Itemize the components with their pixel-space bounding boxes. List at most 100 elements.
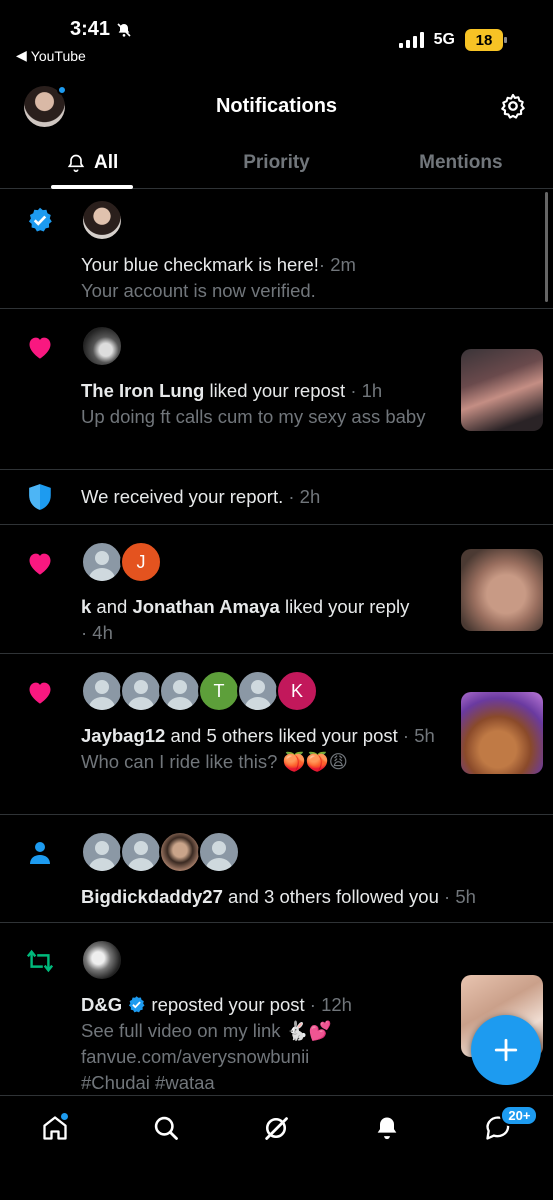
tab-mentions-label: Mentions: [419, 152, 503, 173]
notification-text: D&G reposted your post · 12h See full vi…: [81, 992, 448, 1095]
avatar[interactable]: J: [120, 541, 162, 583]
nav-search[interactable]: [111, 1096, 222, 1200]
notification-text: k and Jonathan Amaya liked your reply · …: [81, 594, 448, 646]
notification-tabs: All Priority Mentions: [0, 138, 553, 189]
avatar[interactable]: [81, 199, 123, 241]
avatar[interactable]: [237, 670, 279, 712]
heart-icon: [26, 333, 54, 361]
plus-icon: [494, 1038, 518, 1062]
avatar-initial: T: [213, 680, 225, 701]
notification-text: Your blue checkmark is here!· 2m Your ac…: [81, 252, 533, 304]
status-bar: 3:41 ◀ YouTube 5G 18: [0, 0, 553, 74]
bell-slash-icon: [117, 22, 131, 37]
avatar-group[interactable]: [81, 831, 240, 873]
settings-gear-icon[interactable]: [499, 92, 527, 120]
actor-name[interactable]: D&G: [81, 994, 122, 1015]
grok-icon: [265, 1117, 289, 1140]
avatar[interactable]: K: [276, 670, 318, 712]
actor-name[interactable]: Jaybag12: [81, 725, 165, 746]
back-app-label: YouTube: [30, 47, 86, 64]
nav-home[interactable]: [0, 1096, 111, 1200]
notification-like-post[interactable]: T K Jaybag12 and 5 others liked your pos…: [0, 654, 553, 815]
cellular-signal-icon: [398, 32, 424, 48]
post-thumbnail[interactable]: [461, 549, 543, 631]
notification-like-repost[interactable]: The Iron Lung liked your repost · 1h Up …: [0, 309, 553, 470]
actor-name[interactable]: Jonathan Amaya: [132, 596, 279, 617]
avatar[interactable]: [159, 831, 201, 873]
avatar[interactable]: [81, 831, 123, 873]
avatar[interactable]: [81, 670, 123, 712]
battery-level: 18: [475, 31, 493, 49]
notification-like-reply[interactable]: J k and Jonathan Amaya liked your reply …: [0, 525, 553, 654]
avatar[interactable]: [120, 831, 162, 873]
tab-priority-label: Priority: [243, 152, 310, 173]
notification-report[interactable]: We received your report. · 2h: [0, 470, 553, 525]
unread-dot: [60, 1112, 69, 1121]
scrollbar[interactable]: [545, 192, 548, 302]
repost-icon: [26, 947, 54, 975]
joiner-text: and: [91, 596, 133, 617]
compose-button[interactable]: [471, 1015, 541, 1085]
back-to-app-link[interactable]: ◀ YouTube: [16, 47, 86, 64]
avatar-group[interactable]: T K: [81, 670, 318, 712]
avatar[interactable]: [120, 670, 162, 712]
unread-dot: [57, 85, 67, 95]
bell-filled-icon: [377, 1117, 397, 1140]
timestamp: · 2m: [318, 254, 356, 275]
notification-follow[interactable]: Bigdickdaddy27 and 3 others followed you…: [0, 815, 553, 923]
shield-icon: [26, 483, 54, 511]
avatar-group[interactable]: [81, 199, 123, 241]
notifications-feed[interactable]: Your blue checkmark is here!· 2m Your ac…: [0, 189, 553, 1095]
avatar[interactable]: T: [198, 670, 240, 712]
post-thumbnail[interactable]: [461, 349, 543, 431]
bottom-navigation: 20+: [0, 1095, 553, 1200]
actor-name[interactable]: k: [81, 596, 91, 617]
avatar-group[interactable]: J: [81, 541, 162, 583]
nav-messages[interactable]: 20+: [442, 1096, 553, 1200]
action-text: liked your repost: [204, 380, 346, 401]
action-text: and 3 others followed you: [222, 886, 439, 907]
actor-name[interactable]: The Iron Lung: [81, 380, 204, 401]
avatar[interactable]: [159, 670, 201, 712]
person-icon: [26, 839, 54, 867]
avatar[interactable]: [81, 939, 123, 981]
verified-badge-icon: [129, 996, 145, 1013]
action-text: liked your reply: [279, 596, 410, 617]
timestamp: · 1h: [345, 380, 383, 401]
avatar[interactable]: [81, 541, 123, 583]
verified-message: Your blue checkmark is here!: [81, 254, 319, 275]
timestamp: · 5h: [438, 886, 476, 907]
timestamp: · 12h: [304, 994, 352, 1015]
notification-repost[interactable]: D&G reposted your post · 12h See full vi…: [0, 923, 553, 1095]
nav-notifications[interactable]: [332, 1096, 443, 1200]
actor-name[interactable]: Bigdickdaddy27: [81, 886, 223, 907]
avatar-group[interactable]: [81, 325, 123, 367]
heart-icon: [26, 678, 54, 706]
post-preview: Who can I ride like this? 🍑🍑😩: [81, 751, 348, 772]
tab-all[interactable]: All: [0, 138, 184, 188]
page-title: Notifications: [215, 95, 338, 117]
avatar-initial: K: [290, 680, 303, 701]
report-message: We received your report.: [81, 486, 284, 507]
notification-verified[interactable]: Your blue checkmark is here!· 2m Your ac…: [0, 189, 553, 309]
post-thumbnail[interactable]: [461, 692, 543, 774]
avatar-group[interactable]: [81, 939, 123, 981]
notification-text: Bigdickdaddy27 and 3 others followed you…: [81, 884, 533, 910]
tab-priority[interactable]: Priority: [184, 138, 368, 188]
avatar-initial: J: [136, 551, 146, 572]
avatar[interactable]: [198, 831, 240, 873]
heart-icon: [26, 549, 54, 577]
back-arrow-icon: ◀: [16, 47, 27, 63]
timestamp: · 4h: [81, 622, 113, 643]
status-time: 3:41: [70, 18, 132, 41]
verified-subtext: Your account is now verified.: [81, 280, 316, 301]
notification-text: We received your report. · 2h: [81, 484, 533, 510]
tab-mentions[interactable]: Mentions: [369, 138, 553, 188]
post-preview: Up doing ft calls cum to my sexy ass bab…: [81, 406, 426, 427]
post-preview-link[interactable]: fanvue.com/averysnowbunii: [81, 1046, 309, 1067]
avatar[interactable]: [81, 325, 123, 367]
messages-badge: 20+: [500, 1105, 539, 1126]
tab-all-label: All: [94, 152, 119, 173]
nav-grok[interactable]: [221, 1096, 332, 1200]
timestamp: · 2h: [283, 486, 321, 507]
